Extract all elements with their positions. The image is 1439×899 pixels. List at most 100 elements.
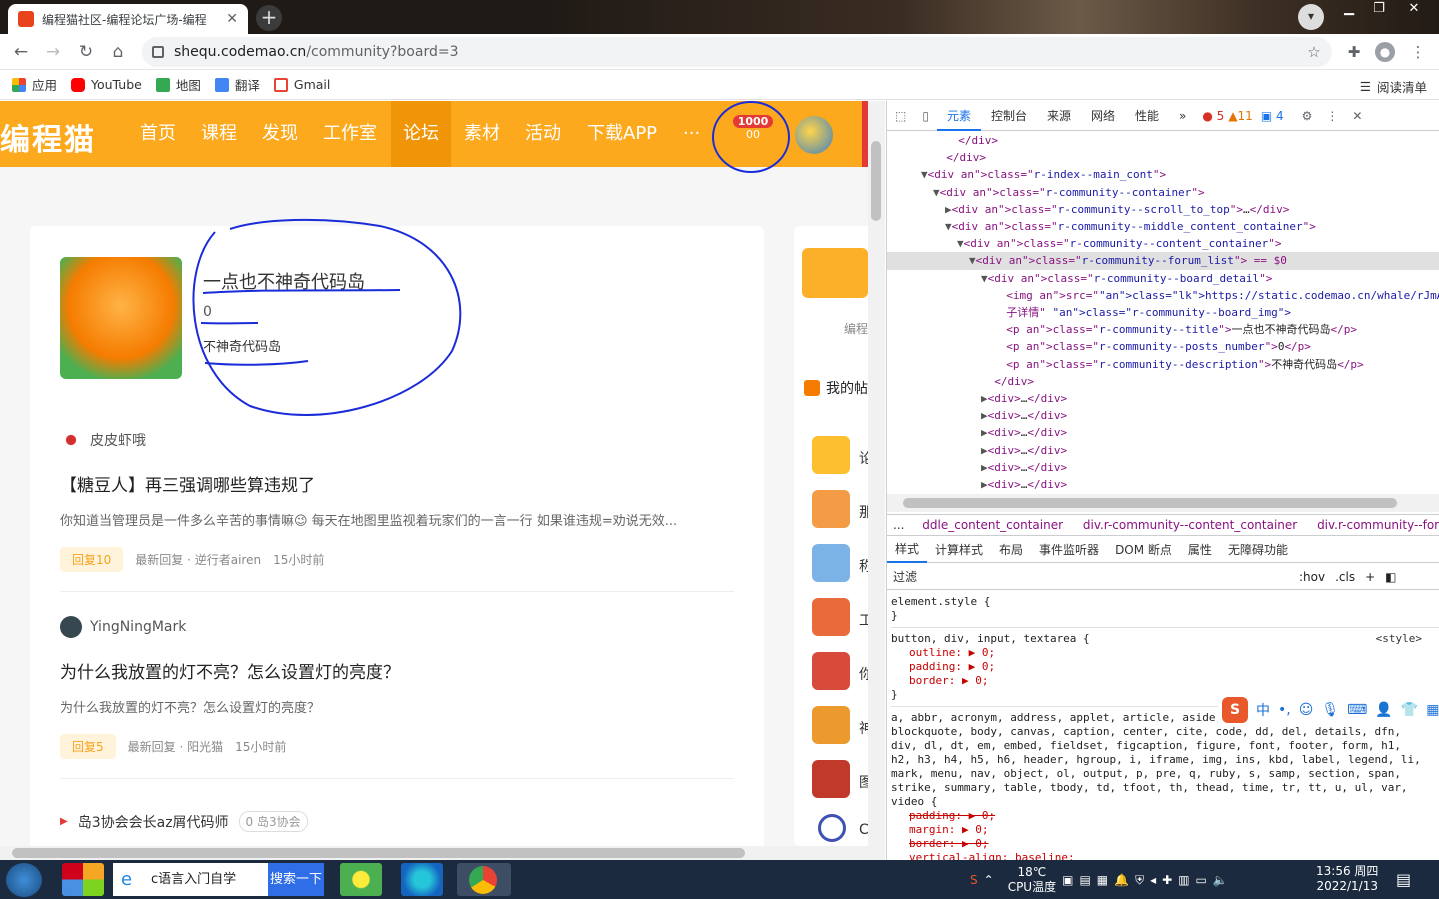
breadcrumb-item[interactable]: div.r-community--forum_list: [1309, 518, 1439, 532]
dom-node-line[interactable]: ▶<div>…</div>: [887, 459, 1439, 476]
error-count[interactable]: ● 5: [1202, 109, 1224, 123]
ime-mode-label[interactable]: 中: [1256, 700, 1270, 720]
action-center-icon[interactable]: ▤: [1396, 870, 1411, 889]
tab-console[interactable]: 控制台: [981, 101, 1037, 131]
skin-icon[interactable]: 👕: [1401, 702, 1418, 718]
breadcrumb-more[interactable]: ...: [887, 518, 910, 532]
ime-toolbar[interactable]: S 中 •, ☺ 🎙 ⌨ 👤 👕 ▦: [1218, 696, 1439, 724]
dom-horizontal-scrollbar[interactable]: [887, 494, 1439, 512]
tray-app-icon[interactable]: ▤: [1079, 873, 1090, 887]
keyboard-icon[interactable]: ⌨: [1347, 702, 1367, 718]
dom-node-line[interactable]: </div>: [887, 149, 1439, 166]
dom-node-line[interactable]: ▼<div an">class="r-index--main_cont">: [887, 166, 1439, 183]
microphone-icon[interactable]: 🎙: [1321, 702, 1339, 718]
address-bar[interactable]: shequ.codemao.cn/community?board=3: [142, 37, 1332, 67]
close-devtools-icon[interactable]: ✕: [1352, 109, 1362, 123]
bookmark-translate[interactable]: 翻译: [214, 75, 260, 94]
scrollbar-thumb[interactable]: [903, 498, 1397, 508]
sogou-tray-icon[interactable]: S: [970, 873, 978, 887]
dom-node-line[interactable]: ▶<div an">class="r-community--scroll_to_…: [887, 201, 1439, 218]
tab-properties[interactable]: 属性: [1180, 541, 1220, 558]
dom-node-line[interactable]: ▼<div an">class="r-community--container"…: [887, 184, 1439, 201]
device-toolbar-icon[interactable]: ▯: [914, 109, 937, 123]
filter-input[interactable]: 过滤: [893, 568, 1289, 585]
tray-plus-icon[interactable]: ✚: [1162, 873, 1172, 887]
notification-bell-icon[interactable]: 🔔: [1114, 873, 1129, 887]
dom-node-line[interactable]: ▶<div>…</div>: [887, 407, 1439, 424]
extensions-puzzle-icon[interactable]: ✚: [1344, 42, 1364, 62]
bookmark-gmail[interactable]: Gmail: [273, 77, 330, 92]
rule-property[interactable]: margin: ▶ 0;: [891, 823, 1439, 837]
scrollbar-thumb[interactable]: [12, 848, 745, 858]
dom-node-line[interactable]: </div>: [887, 373, 1439, 390]
close-tab-icon[interactable]: ✕: [226, 11, 238, 27]
more-menu-icon[interactable]: ⋮: [1408, 42, 1428, 62]
taskbar-app-pinwheel[interactable]: [62, 863, 104, 896]
start-button[interactable]: [6, 863, 42, 897]
dom-node-line[interactable]: <p an">class="r-community--posts_number"…: [887, 338, 1439, 355]
message-count[interactable]: ▣ 4: [1261, 109, 1284, 123]
rule-source-link[interactable]: <style>: [1376, 632, 1422, 646]
cls-toggle[interactable]: .cls: [1335, 570, 1355, 584]
toolbox-grid-icon[interactable]: ▦: [1426, 702, 1439, 718]
warning-count[interactable]: ▲11: [1228, 109, 1253, 123]
taskbar-search-button[interactable]: 搜索一下: [268, 863, 324, 896]
dom-tree[interactable]: </div> </div> ▼<div an">class="r-index--m…: [887, 132, 1439, 492]
tray-network-off-icon[interactable]: ▥: [1178, 873, 1189, 887]
bookmark-youtube[interactable]: YouTube: [71, 77, 142, 92]
dom-node-line[interactable]: <img an">src=""an">class="lk">https://st…: [887, 287, 1439, 304]
new-tab-button[interactable]: +: [256, 5, 282, 31]
tab-accessibility[interactable]: 无障碍功能: [1220, 541, 1296, 558]
taskbar-app-360[interactable]: [340, 863, 382, 896]
tab-performance[interactable]: 性能: [1125, 101, 1169, 131]
scrollbar-thumb[interactable]: [871, 141, 881, 221]
tray-expand-icon[interactable]: ⌃: [984, 873, 994, 887]
dom-node-line[interactable]: </div>: [887, 132, 1439, 149]
dom-node-line[interactable]: ▶<div>…</div>: [887, 476, 1439, 492]
tray-monitor-icon[interactable]: ▭: [1196, 873, 1207, 887]
emoji-icon[interactable]: ☺: [1299, 702, 1314, 718]
settings-gear-icon[interactable]: ⚙: [1302, 109, 1313, 123]
rule-property[interactable]: padding: ▶ 0;: [891, 660, 1439, 674]
dom-node-line[interactable]: ▼<div an">class="r-community--forum_list…: [887, 252, 1439, 270]
tab-network[interactable]: 网络: [1081, 101, 1125, 131]
reload-icon[interactable]: ↻: [75, 41, 97, 63]
page-horizontal-scrollbar[interactable]: [0, 846, 885, 860]
taskbar-app-edge[interactable]: [401, 863, 443, 896]
bookmark-apps[interactable]: 应用: [12, 75, 57, 94]
page-vertical-scrollbar[interactable]: [868, 101, 885, 846]
hov-toggle[interactable]: :hov: [1299, 570, 1325, 584]
devtools-more-icon[interactable]: ⋮: [1326, 109, 1338, 123]
tab-elements[interactable]: 元素: [936, 101, 981, 131]
rule-property[interactable]: border: ▶ 0;: [891, 837, 1439, 851]
maximize-button[interactable]: ❐: [1363, 0, 1395, 22]
volume-icon[interactable]: 🔈: [1213, 873, 1228, 887]
tab-dom-breakpoints[interactable]: DOM 断点: [1107, 541, 1180, 558]
style-rule[interactable]: element.style { }: [891, 591, 1439, 628]
reading-list-button[interactable]: ☰ 阅读清单: [1360, 77, 1427, 96]
dom-node-line[interactable]: ▶<div>…</div>: [887, 390, 1439, 407]
tab-layout[interactable]: 布局: [991, 541, 1031, 558]
tab-search-icon[interactable]: ▾: [1298, 4, 1324, 30]
dom-node-line[interactable]: ▶<div>…</div>: [887, 442, 1439, 459]
breadcrumb-item[interactable]: div.r-community--content_container: [1075, 518, 1305, 532]
punctuation-icon[interactable]: •,: [1278, 702, 1291, 718]
tab-sources[interactable]: 来源: [1037, 101, 1081, 131]
taskbar-app-chrome[interactable]: [457, 863, 511, 896]
toggle-sidebar-icon[interactable]: ◧: [1385, 570, 1396, 584]
tab-computed[interactable]: 计算样式: [927, 541, 991, 558]
dom-node-line[interactable]: <p an">class="r-community--description">…: [887, 356, 1439, 373]
tab-event-listeners[interactable]: 事件监听器: [1031, 541, 1107, 558]
minimize-button[interactable]: ▁: [1333, 0, 1365, 22]
profile-avatar-icon[interactable]: ●: [1375, 42, 1395, 62]
more-tabs-button[interactable]: »: [1169, 101, 1196, 131]
sogou-ime-icon[interactable]: S: [1222, 697, 1248, 723]
rule-property[interactable]: border: ▶ 0;: [891, 674, 1439, 688]
dom-node-line[interactable]: <p an">class="r-community--title">一点也不神奇…: [887, 321, 1439, 338]
browser-tab-active[interactable]: 编程猫社区-编程论坛广场-编程 ✕: [8, 4, 248, 34]
bookmark-maps[interactable]: 地图: [155, 75, 201, 94]
rule-property[interactable]: vertical-align: baseline;: [891, 851, 1439, 860]
tray-app-icon[interactable]: ▦: [1097, 873, 1108, 887]
close-window-button[interactable]: ✕: [1398, 0, 1430, 22]
new-rule-icon[interactable]: +: [1365, 570, 1375, 584]
